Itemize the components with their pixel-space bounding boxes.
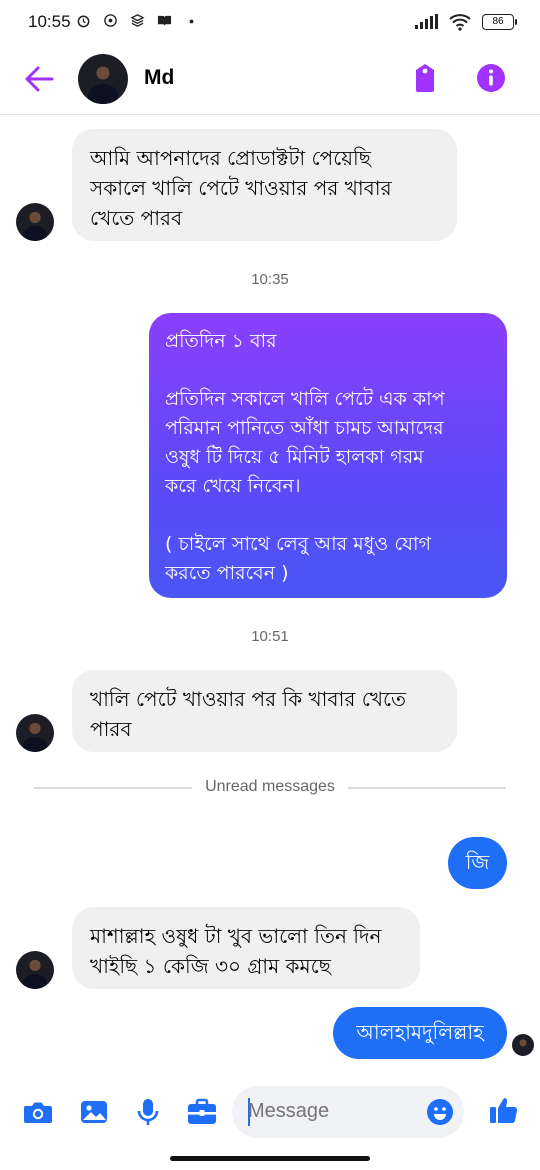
- message-field[interactable]: [232, 1086, 464, 1138]
- outgoing-message[interactable]: জি: [448, 837, 507, 889]
- status-system-icons: 86: [414, 13, 517, 31]
- outgoing-message[interactable]: আলহামদুলিল্লাহ: [333, 1007, 507, 1059]
- incoming-message[interactable]: আমি আপনাদের প্রোডাক্টটা পেয়েছি সকালে খা…: [72, 129, 457, 241]
- sender-avatar[interactable]: [16, 714, 54, 752]
- timestamp: 10:35: [251, 271, 289, 288]
- home-indicator: [170, 1156, 370, 1161]
- signal-icon: [415, 14, 438, 29]
- incoming-message[interactable]: খালি পেটে খাওয়ার পর কি খাবার খেতে পারব: [72, 670, 457, 752]
- sender-avatar[interactable]: [16, 203, 54, 241]
- emoji-icon[interactable]: [426, 1098, 454, 1126]
- dot-icon: [189, 19, 194, 24]
- book-icon: [157, 15, 172, 27]
- layers-icon: [130, 14, 145, 27]
- status-bar: 10:55 86: [0, 0, 540, 46]
- conversation-header: Md: [0, 46, 540, 115]
- status-time: 10:55: [28, 12, 71, 31]
- contact-name[interactable]: Md: [144, 66, 174, 90]
- briefcase-icon[interactable]: [186, 1096, 218, 1128]
- camera-icon[interactable]: [22, 1096, 54, 1128]
- status-notification-icons: [76, 13, 199, 28]
- back-arrow-icon[interactable]: [22, 62, 56, 96]
- tag-icon[interactable]: [410, 62, 440, 94]
- battery-indicator: 86: [482, 14, 517, 30]
- gallery-icon[interactable]: [78, 1096, 110, 1128]
- message-input[interactable]: [248, 1100, 408, 1123]
- timestamp: 10:51: [251, 628, 289, 645]
- sender-avatar[interactable]: [16, 951, 54, 989]
- notification-app-icon: [104, 14, 117, 27]
- microphone-icon[interactable]: [132, 1096, 164, 1128]
- message-composer: [0, 1082, 540, 1142]
- unread-divider: Unread messages: [0, 778, 540, 796]
- incoming-message[interactable]: মাশাল্লাহ ওষুধ টা খুব ভালো তিন দিন খাইছি…: [72, 907, 420, 989]
- wifi-icon: [449, 14, 471, 31]
- info-icon[interactable]: [476, 63, 506, 93]
- contact-avatar[interactable]: [78, 54, 128, 104]
- alarm-icon: [77, 15, 90, 28]
- thumbs-up-icon[interactable]: [488, 1094, 520, 1126]
- unread-label: Unread messages: [195, 778, 345, 795]
- outgoing-message[interactable]: প্রতিদিন ১ বার প্রতিদিন সকালে খালি পেটে …: [149, 313, 507, 598]
- seen-indicator-avatar: [512, 1034, 534, 1056]
